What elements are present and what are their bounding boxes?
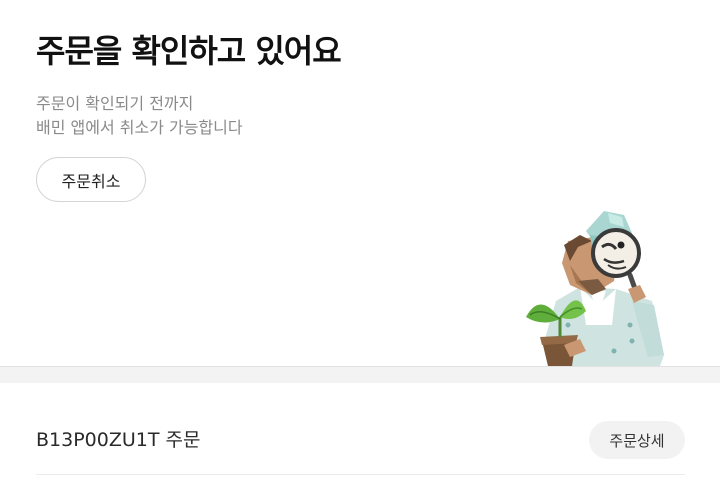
order-number: B13P00ZU1T 주문 <box>36 429 201 451</box>
order-status-page: 주문을 확인하고 있어요 주문이 확인되기 전까지 배민 앱에서 취소가 가능합… <box>0 0 720 477</box>
chef-with-magnifier-and-plant-icon <box>526 211 664 366</box>
order-status-section: 주문을 확인하고 있어요 주문이 확인되기 전까지 배민 앱에서 취소가 가능합… <box>0 0 720 366</box>
row-divider <box>36 474 685 475</box>
section-divider <box>0 366 720 383</box>
cancel-notice-line-2: 배민 앱에서 취소가 가능합니다 <box>36 118 243 137</box>
cancel-notice: 주문이 확인되기 전까지 배민 앱에서 취소가 가능합니다 <box>36 92 243 140</box>
order-detail-button[interactable]: 주문상세 <box>589 421 685 459</box>
cancel-notice-line-1: 주문이 확인되기 전까지 <box>36 94 194 113</box>
cancel-order-button[interactable]: 주문취소 <box>36 157 146 202</box>
order-summary-row: B13P00ZU1T 주문 주문상세 <box>0 383 720 477</box>
page-title: 주문을 확인하고 있어요 <box>36 32 342 70</box>
